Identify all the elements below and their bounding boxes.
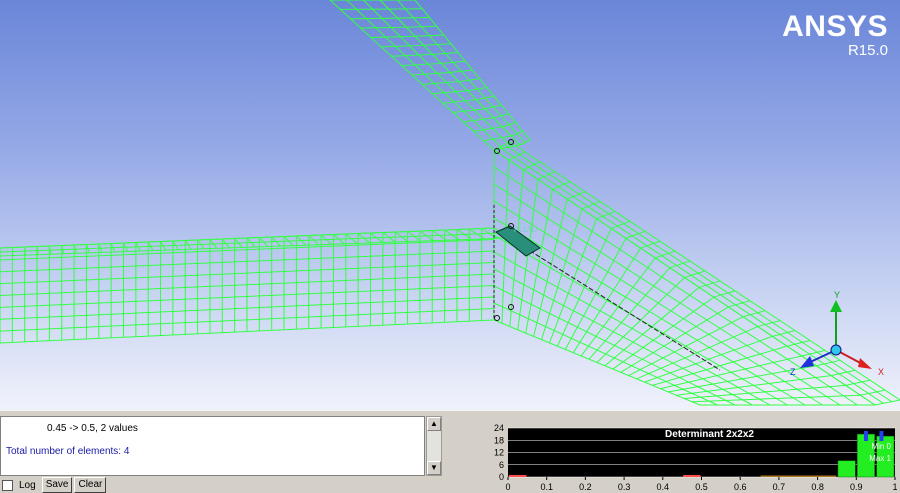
mesh-line — [494, 218, 805, 405]
x-tick-label: 0.5 — [695, 482, 708, 492]
mesh-line — [597, 211, 615, 218]
mesh-line — [494, 167, 858, 405]
mesh-line — [699, 281, 720, 287]
x-tick-label: 0.2 — [579, 482, 592, 492]
ansys-logo: ANSYS R15.0 — [782, 12, 888, 60]
console-line: 0.45 -> 0.5, 2 values — [47, 423, 138, 434]
axis-z-label: Z — [790, 367, 796, 377]
log-checkbox[interactable] — [2, 480, 13, 491]
histogram-bar — [683, 475, 700, 477]
x-tick-label: 0.6 — [734, 482, 747, 492]
mesh-line — [582, 202, 600, 209]
mesh-line — [510, 142, 900, 400]
y-tick-label: 6 — [499, 460, 504, 470]
mesh-line — [402, 63, 442, 65]
x-tick-label: 1 — [892, 482, 897, 492]
mesh-line — [641, 241, 660, 248]
mesh-line — [433, 91, 468, 94]
mesh-line — [474, 127, 503, 131]
mesh-line — [670, 261, 690, 268]
mesh-line — [484, 136, 512, 141]
save-button[interactable]: Save — [42, 477, 73, 493]
mesh-display: FLUID Y X Z — [0, 0, 900, 410]
brand-version: R15.0 — [782, 42, 888, 60]
histogram-bar — [509, 475, 526, 477]
node-marker — [495, 316, 500, 321]
y-tick-label: 0 — [499, 472, 504, 482]
mesh-line — [685, 271, 706, 278]
mesh-line — [398, 0, 526, 143]
mesh-line — [443, 100, 477, 103]
bar-marker — [879, 431, 883, 441]
mesh-line — [347, 0, 503, 148]
x-tick-label: 0.1 — [540, 482, 553, 492]
fluid-label: FLUID — [514, 225, 537, 234]
x-tick-label: 0.9 — [850, 482, 863, 492]
x-tick-label: 0.4 — [657, 482, 670, 492]
y-tick-label: 18 — [494, 435, 504, 445]
min-label: Min 0 — [871, 442, 891, 451]
mesh-line — [330, 0, 494, 150]
mesh-line — [453, 109, 485, 113]
mesh-line — [380, 0, 520, 145]
histogram-bar — [761, 476, 836, 478]
axis-y-label: Y — [834, 290, 840, 300]
x-tick-label: 0 — [505, 482, 510, 492]
scroll-up-button[interactable]: ▲ — [427, 417, 441, 431]
mesh-line — [351, 18, 398, 19]
mesh-line — [381, 45, 424, 47]
mesh-line — [494, 320, 700, 405]
graphics-viewport[interactable]: FLUID Y X Z ANSYS R15.0 — [0, 0, 900, 410]
mesh-line — [363, 0, 511, 147]
mesh-line — [422, 82, 459, 85]
mesh-line — [463, 118, 494, 122]
histogram-bar — [838, 461, 855, 477]
mesh-line — [494, 201, 823, 405]
x-tick-label: 0.7 — [773, 482, 786, 492]
histogram-controls: Log Save Clear — [2, 477, 106, 493]
mesh-line — [714, 291, 735, 297]
y-tick-label: 24 — [494, 423, 504, 433]
max-label: Max 1 — [869, 454, 891, 463]
mesh-line — [494, 150, 875, 405]
axis-x-label: X — [878, 367, 884, 377]
mesh-line — [611, 221, 630, 228]
mesh-line — [371, 36, 415, 37]
axis-triad: Y X Z — [790, 290, 884, 377]
y-tick-label: 12 — [494, 448, 504, 458]
message-console[interactable]: 0.45 -> 0.5, 2 values Total number of el… — [0, 416, 425, 476]
mesh-line — [412, 73, 450, 76]
console-line: Total number of elements: 4 — [6, 446, 129, 457]
mesh-line — [655, 251, 675, 258]
mesh-line — [361, 27, 407, 28]
scroll-down-button[interactable]: ▼ — [427, 461, 441, 475]
quality-histogram[interactable]: 0 6 12 18 24 0 0.1 0.2 0.3 0.4 0.5 0.6 0.7 0.8 0.9 1 Det… — [478, 412, 898, 492]
clear-button[interactable]: Clear — [74, 477, 106, 493]
mesh-line — [626, 231, 645, 238]
brand-name: ANSYS — [782, 12, 888, 42]
mesh-line — [567, 192, 585, 199]
chart-title: Determinant 2x2x2 — [665, 429, 754, 440]
bar-marker — [864, 431, 868, 441]
mesh-line — [392, 54, 433, 56]
log-label: Log — [19, 480, 36, 491]
x-tick-label: 0.8 — [811, 482, 824, 492]
x-tick-label: 0.3 — [618, 482, 631, 492]
console-scrollbar[interactable]: ▲ ▼ — [426, 416, 442, 476]
